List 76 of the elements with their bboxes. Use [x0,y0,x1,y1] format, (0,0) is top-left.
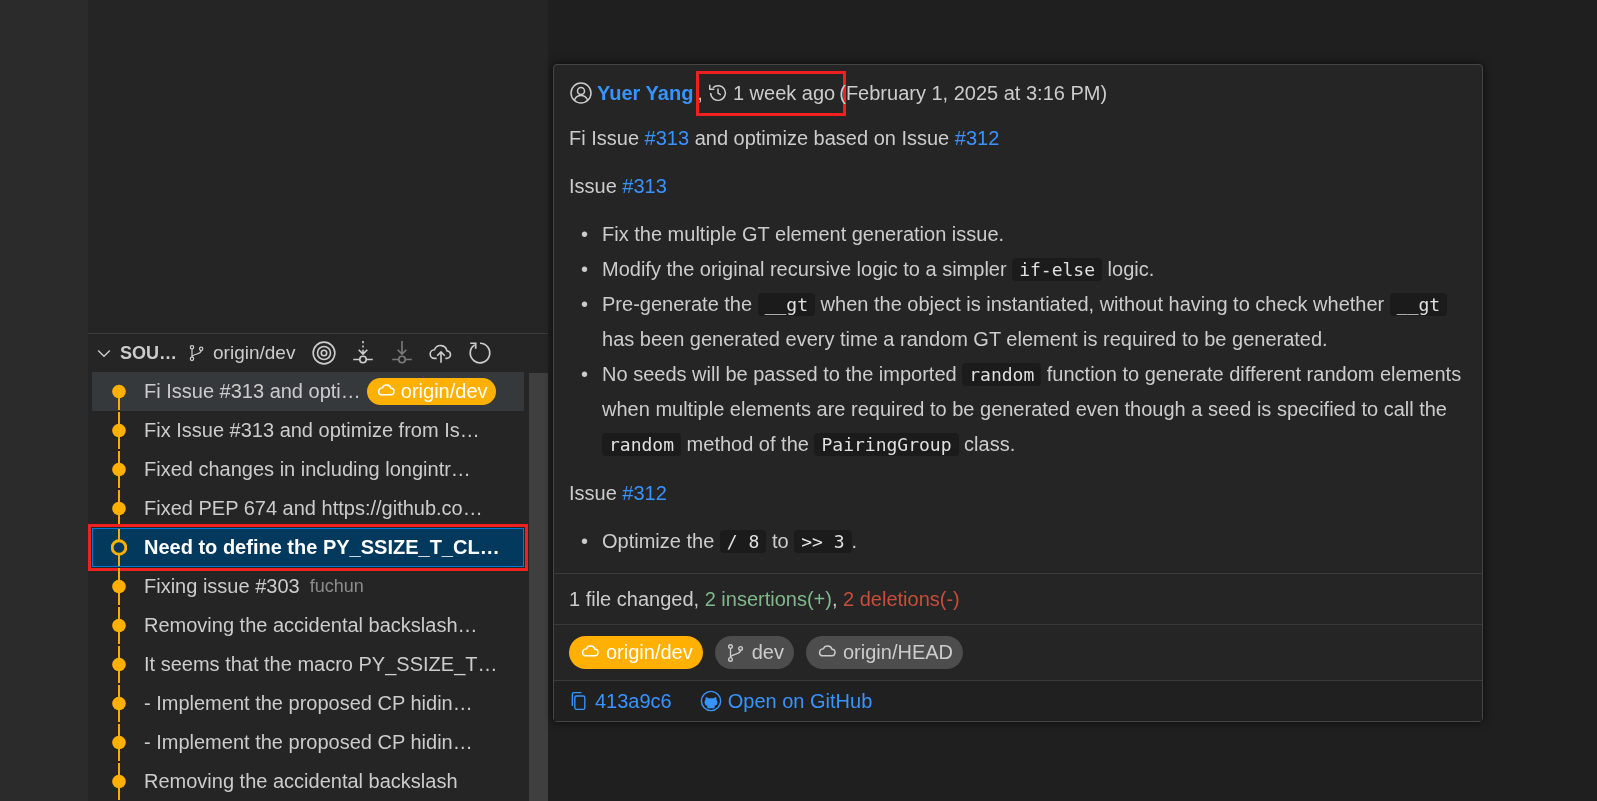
remote-ref-badge: origin/HEAD [805,636,963,669]
list-item: Pre-generate the __gt when the object is instantiated, without having to check whether __gt has been generated every time a random GT element is required to be generated. [602,287,1467,357]
graph-node-icon [111,724,127,761]
history-icon [706,82,729,104]
graph-node-icon [111,763,127,800]
commit-message: - Implement the proposed CP hidin… [144,731,473,754]
scrollbar[interactable] [529,373,548,801]
commit-author: fuchun [309,576,364,597]
bullet: • [581,292,588,317]
inline-code: random [962,363,1042,386]
open-link[interactable]: Open on GitHub [699,689,873,713]
change-summary: 1 file changed, 2 insertions(+), 2 deletions(-) [569,587,960,611]
commit-message: Fixed changes in including longintr… [144,458,471,481]
graph-node-icon [111,529,127,566]
issue-link[interactable]: #313 [644,127,690,149]
commit-message: Fixed PEP 674 and https://github.co… [144,497,483,520]
paragraph: Issue #313 [569,174,668,199]
inline-code: __gt [1389,293,1448,316]
relative-time: 1 week ago [732,81,836,105]
target-icon[interactable] [311,340,338,366]
graph-node-icon [111,451,127,488]
issue-link[interactable]: #313 [622,175,667,197]
paragraph: Fi Issue #313 and optimize based on Issue #312 [569,126,1001,151]
inline-code: PairingGroup [814,433,959,456]
graph-node-icon [111,490,127,527]
section-title[interactable]: SOU… [120,342,177,364]
inline-code: random [602,433,682,456]
graph-node-icon [111,685,127,722]
refresh-icon[interactable] [467,340,494,366]
inline-code: / 8 [719,530,767,553]
graph-node-icon [111,412,127,449]
copy-icon [569,690,589,712]
inline-code: >> 3 [794,530,852,553]
sha-link[interactable]: 413a9c6 [569,689,672,713]
commit-row[interactable]: Fixed PEP 674 and https://github.co… [92,489,524,528]
commit-message: Fixing issue #303 [144,575,300,598]
ref-badge: origin/dev [366,378,496,405]
remote-ref-badge: origin/dev [569,636,703,669]
commit-message: Fix Issue #313 and optimize from Is… [144,419,480,442]
commit-row[interactable]: It seems that the macro PY_SSIZE_T… [92,645,524,684]
graph-node-icon [111,568,127,605]
bullet: • [581,362,588,387]
commit-message: Removing the accidental backslash… [144,614,478,637]
bullet: • [581,222,588,247]
commit-row[interactable]: - Implement the proposed CP hidin… [92,723,524,762]
issue-link[interactable]: #312 [954,127,1000,149]
inline-code: if-else [1012,258,1103,281]
commit-message: Removing the accidental backslash [144,770,458,793]
branch-ref-badge: dev [714,636,794,669]
separator: , [697,81,703,105]
list-item: Optimize the / 8 to >> 3 . [602,529,858,555]
commit-row[interactable]: Fixed changes in including longintr… [92,450,524,489]
author-link[interactable]: Yuer Yang [597,81,694,105]
commit-message: It seems that the macro PY_SSIZE_T… [144,653,498,676]
paragraph: Issue #312 [569,481,668,506]
circle-logo-icon [699,690,722,712]
commit-row[interactable]: - Implement the proposed CP hidin… [92,684,524,723]
commit-row[interactable]: Fi Issue #313 and opti… origin/dev [92,372,524,411]
inline-code: __gt [757,293,816,316]
commit-message: Fi Issue #313 and opti… [144,380,361,403]
list-item: No seeds will be passed to the imported random function to generate different random elements when multiple elements are required to be generated even though a seed is specified to call the random method of the PairingGroup class. [602,362,1463,458]
list-item: Fix the multiple GT element generation issue. [602,222,1005,247]
person-icon [569,81,593,105]
commit-message: - Implement the proposed CP hidin… [144,692,473,715]
bullet: • [581,529,588,554]
bullet: • [581,257,588,282]
graph-node-icon [111,646,127,683]
branch-label[interactable]: origin/dev [213,342,296,364]
commit-row[interactable]: Removing the accidental backslash… [92,606,524,645]
commit-row[interactable]: Fix Issue #313 and optimize from Is… [92,411,524,450]
list-item: Modify the original recursive logic to a simpler if-else logic. [602,257,1155,283]
graph-node-icon [111,607,127,644]
commit-row[interactable]: Fixing issue #303 fuchun [92,567,524,606]
commit-message: Need to define the PY_SSIZE_T_CL… [144,536,500,559]
commit-row[interactable]: Removing the accidental backslash [92,762,524,801]
issue-link[interactable]: #312 [622,482,667,504]
